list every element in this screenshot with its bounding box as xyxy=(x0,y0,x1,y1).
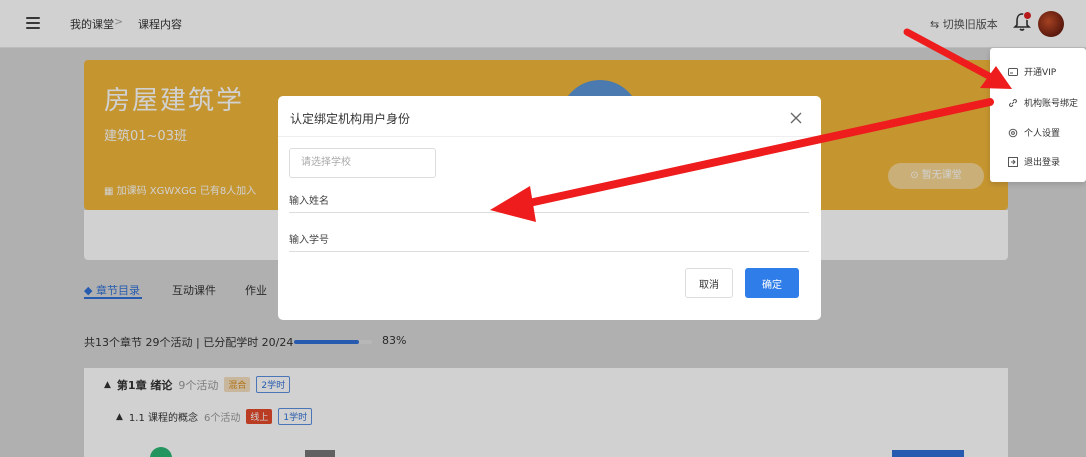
menu-item-vip[interactable]: 开通VIP xyxy=(1008,65,1056,78)
logout-icon xyxy=(1008,156,1018,167)
menu-item-logout-label: 退出登录 xyxy=(1024,158,1061,168)
gear-icon xyxy=(1008,128,1018,137)
menu-item-settings[interactable]: 个人设置 xyxy=(1008,126,1060,139)
name-input[interactable] xyxy=(289,191,809,213)
cancel-button[interactable]: 取消 xyxy=(685,268,733,298)
close-icon[interactable] xyxy=(786,108,806,128)
confirm-button[interactable]: 确定 xyxy=(745,268,799,298)
menu-item-org-binding[interactable]: 机构账号绑定 xyxy=(1008,96,1078,109)
link-icon xyxy=(1008,98,1018,107)
menu-item-logout[interactable]: 退出登录 xyxy=(1008,155,1060,168)
org-identity-dialog: 认定绑定机构用户身份 请选择学校 取消 确定 xyxy=(278,96,821,320)
student-id-input[interactable] xyxy=(289,230,809,252)
menu-item-settings-label: 个人设置 xyxy=(1024,129,1061,139)
school-select[interactable]: 请选择学校 xyxy=(289,148,436,178)
dialog-title: 认定绑定机构用户身份 xyxy=(290,112,411,126)
vip-card-icon xyxy=(1008,67,1018,76)
menu-item-vip-label: 开通VIP xyxy=(1024,68,1057,78)
menu-item-org-binding-label: 机构账号绑定 xyxy=(1024,99,1079,109)
user-dropdown-menu: 开通VIP 机构账号绑定 个人设置 退出登录 xyxy=(990,48,1086,182)
dialog-divider xyxy=(278,136,821,137)
